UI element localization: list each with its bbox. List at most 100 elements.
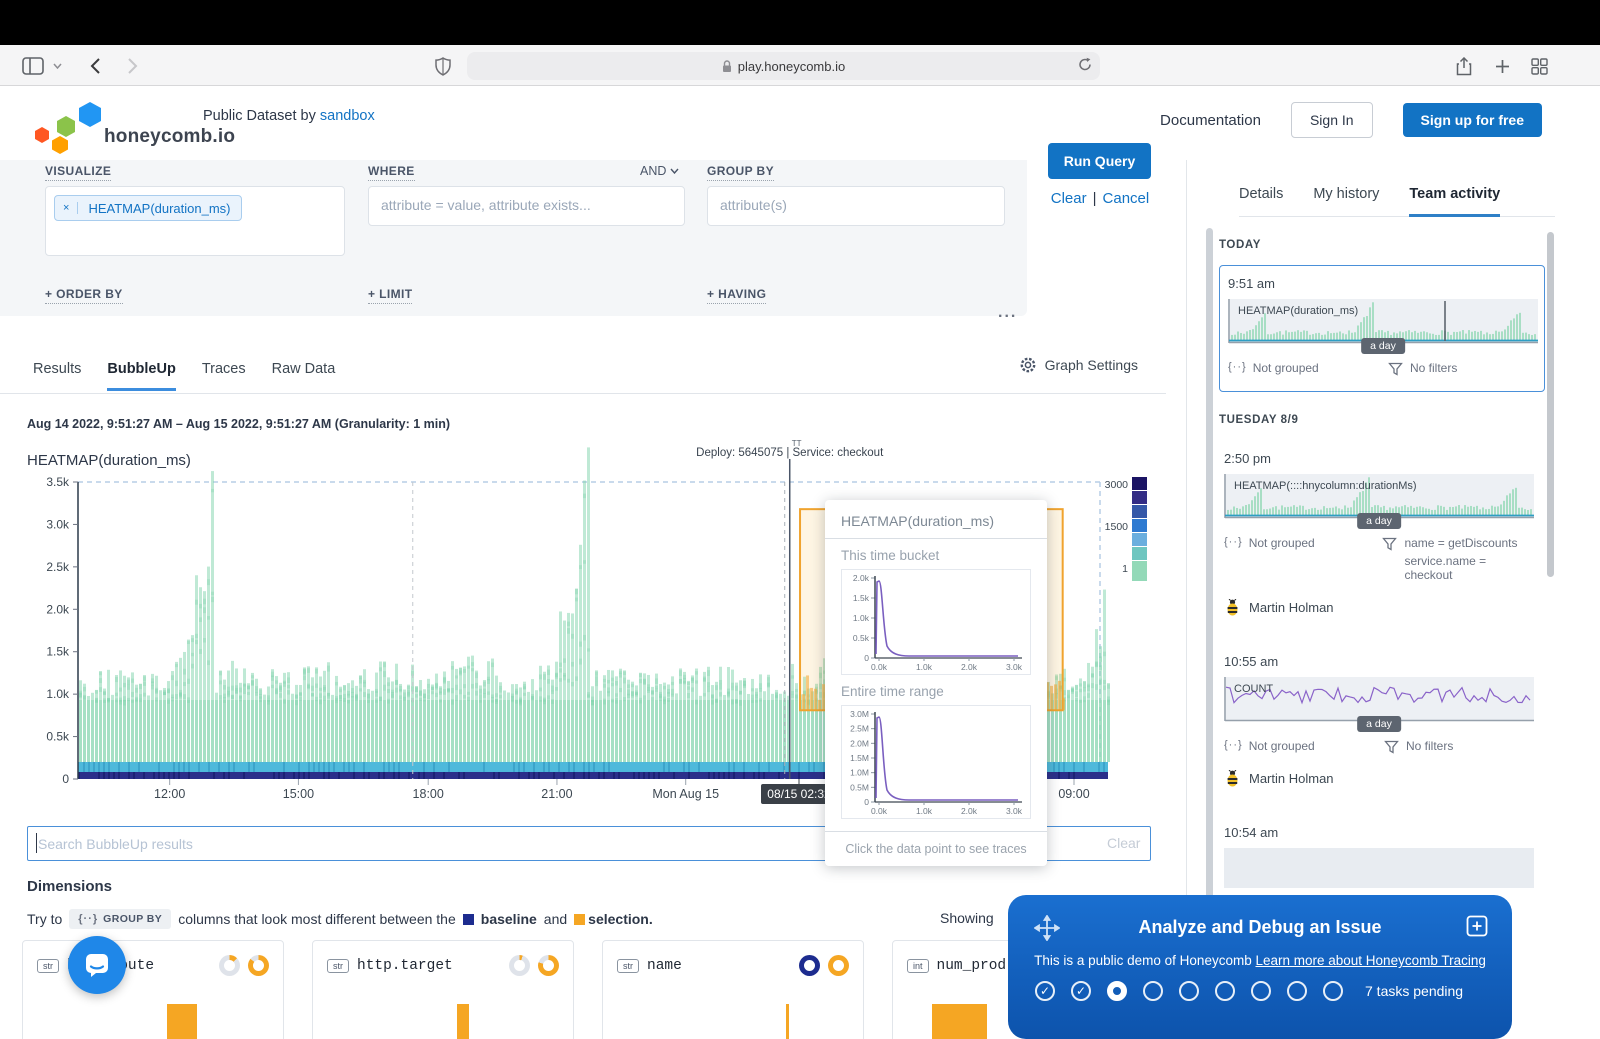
sign-in-button[interactable]: Sign In — [1291, 102, 1373, 138]
visualize-box[interactable]: × HEATMAP(duration_ms) — [45, 186, 345, 256]
dimension-cards: strhttp.routestrhttp.targetstrnameintnum… — [22, 940, 1154, 1039]
bee-avatar — [1224, 599, 1241, 616]
mac-menubar — [0, 0, 1600, 45]
group-icon: {··} — [1228, 361, 1247, 373]
bubbleup-clear-button[interactable]: Clear — [1107, 835, 1140, 851]
svg-text:0: 0 — [864, 797, 869, 807]
promo-title: Analyze and Debug an Issue — [1008, 917, 1512, 938]
new-tab-icon[interactable] — [1489, 53, 1515, 79]
window-scrollbar[interactable] — [1547, 232, 1554, 577]
group-by-input[interactable]: attribute(s) — [707, 186, 1005, 226]
cancel-button[interactable]: Cancel — [1103, 190, 1150, 207]
promo-body: This is a public demo of Honeycomb Learn… — [1008, 953, 1512, 968]
task-dot-done: ✓ — [1071, 981, 1091, 1001]
run-query-button[interactable]: Run Query — [1048, 143, 1151, 179]
duration-badge: a day — [1357, 716, 1401, 732]
honeycomb-logo[interactable]: honeycomb.io — [30, 94, 200, 154]
history-entry[interactable]: 10:55 amCOUNTa day{··}Not groupedNo filt… — [1219, 643, 1545, 800]
task-dot-todo — [1215, 981, 1235, 1001]
chevron-down-icon[interactable] — [50, 53, 64, 79]
where-input[interactable]: attribute = value, attribute exists... — [368, 186, 685, 226]
task-dot-todo — [1143, 981, 1163, 1001]
baseline-donut — [509, 955, 530, 976]
tab-raw-data[interactable]: Raw Data — [272, 347, 336, 391]
expand-icon[interactable] — [1466, 915, 1488, 937]
forward-icon[interactable] — [119, 53, 145, 79]
history-entry[interactable]: 2:50 pmHEATMAP(::::hnycolumn:durationMs)… — [1219, 440, 1545, 629]
tab-bubbleup[interactable]: BubbleUp — [107, 347, 175, 391]
dimension-card-name[interactable]: strname — [602, 940, 864, 1039]
clear-button[interactable]: Clear — [1051, 190, 1087, 207]
filter-icon — [1388, 362, 1403, 376]
svg-text:3000: 3000 — [1105, 479, 1129, 491]
where-label[interactable]: WHERE — [368, 164, 415, 181]
selection-donut — [538, 955, 559, 976]
group-by-label[interactable]: GROUP BY — [707, 164, 774, 181]
order-by-button[interactable]: + ORDER BY — [45, 287, 123, 304]
sidebar-tab-details[interactable]: Details — [1239, 186, 1283, 216]
svg-text:0.0k: 0.0k — [871, 806, 888, 816]
svg-text:Mon Aug 15: Mon Aug 15 — [652, 787, 719, 801]
visualize-chip[interactable]: × HEATMAP(duration_ms) — [54, 195, 242, 221]
having-button[interactable]: + HAVING — [707, 287, 766, 304]
svg-text:1.0M: 1.0M — [850, 768, 869, 778]
dimension-card-http.target[interactable]: strhttp.target — [312, 940, 574, 1039]
entry-author: Martin Holman — [1224, 599, 1536, 616]
sparkline-query-label: HEATMAP(duration_ms) — [1238, 305, 1358, 317]
browser-toolbar: play.honeycomb.io — [0, 45, 1600, 86]
graph-settings-button[interactable]: Graph Settings — [1019, 356, 1138, 374]
privacy-shield-icon[interactable] — [430, 53, 456, 79]
svg-text:3.0k: 3.0k — [1006, 806, 1023, 816]
dimension-card-http.route[interactable]: strhttp.route — [22, 940, 284, 1039]
entry-author: Martin Holman — [1224, 770, 1536, 787]
baseline-swatch — [463, 914, 474, 925]
tab-traces[interactable]: Traces — [202, 347, 246, 391]
sidebar-tabbar: Details My history Team activity — [1239, 186, 1555, 217]
sidebar-scrollbar[interactable] — [1206, 228, 1213, 904]
sign-up-button[interactable]: Sign up for free — [1403, 103, 1542, 137]
tab-overview-icon[interactable] — [1526, 53, 1552, 79]
task-dot-todo — [1179, 981, 1199, 1001]
tooltip-bucket-title: This time bucket — [825, 539, 1047, 569]
showing-label: Showing — [940, 910, 994, 926]
gear-icon — [1019, 356, 1037, 374]
sidebar-tab-my-history[interactable]: My history — [1313, 186, 1379, 216]
svg-text:2.0k: 2.0k — [961, 662, 978, 672]
logo-text: honeycomb.io — [104, 126, 235, 148]
remove-chip-icon[interactable]: × — [55, 202, 78, 214]
url-bar[interactable]: play.honeycomb.io — [467, 52, 1100, 80]
svg-text:15:00: 15:00 — [283, 787, 314, 801]
limit-button[interactable]: + LIMIT — [368, 287, 412, 304]
filter-icon — [1382, 537, 1397, 551]
query-sparkline — [1224, 848, 1534, 894]
screen: play.honeycomb.io honeycomb.io Pub — [0, 0, 1600, 1039]
svg-text:1.5M: 1.5M — [850, 753, 869, 763]
history-entry[interactable]: 9:51 amHEATMAP(duration_ms)a day{··}Not … — [1219, 265, 1545, 392]
results-tabbar: Results BubbleUp Traces Raw Data — [0, 344, 1166, 394]
sidebar-toggle-icon[interactable] — [20, 53, 46, 79]
back-icon[interactable] — [82, 53, 108, 79]
refresh-icon[interactable] — [1078, 57, 1092, 72]
sidebar-group-label: TUESDAY 8/9 — [1219, 414, 1545, 426]
tracing-link[interactable]: Learn more about Honeycomb Tracing — [1255, 953, 1485, 968]
dataset-link[interactable]: sandbox — [320, 108, 375, 124]
intercom-chat-button[interactable] — [68, 936, 126, 994]
svg-text:0.0k: 0.0k — [871, 662, 888, 672]
sidebar-tab-team-activity[interactable]: Team activity — [1409, 186, 1500, 216]
time-range: Aug 14 2022, 9:51:27 AM – Aug 15 2022, 9… — [27, 417, 450, 431]
visualize-label[interactable]: VISUALIZE — [45, 164, 111, 181]
histogram-bar — [167, 1004, 197, 1039]
group-by-chip[interactable]: {··}GROUP BY — [69, 909, 171, 929]
chat-icon — [83, 951, 111, 979]
query-overflow-menu[interactable]: ... — [998, 304, 1017, 322]
dataset-label: Public Dataset by sandbox — [203, 108, 375, 124]
svg-text:1.0k: 1.0k — [916, 662, 933, 672]
documentation-link[interactable]: Documentation — [1160, 112, 1261, 129]
histogram-bar — [932, 1004, 987, 1039]
group-icon: {··} — [1224, 536, 1243, 548]
svg-text:21:00: 21:00 — [541, 787, 572, 801]
tab-results[interactable]: Results — [33, 347, 81, 391]
share-icon[interactable] — [1451, 53, 1477, 79]
and-toggle[interactable]: AND — [640, 164, 679, 178]
svg-text:1.0k: 1.0k — [916, 806, 933, 816]
